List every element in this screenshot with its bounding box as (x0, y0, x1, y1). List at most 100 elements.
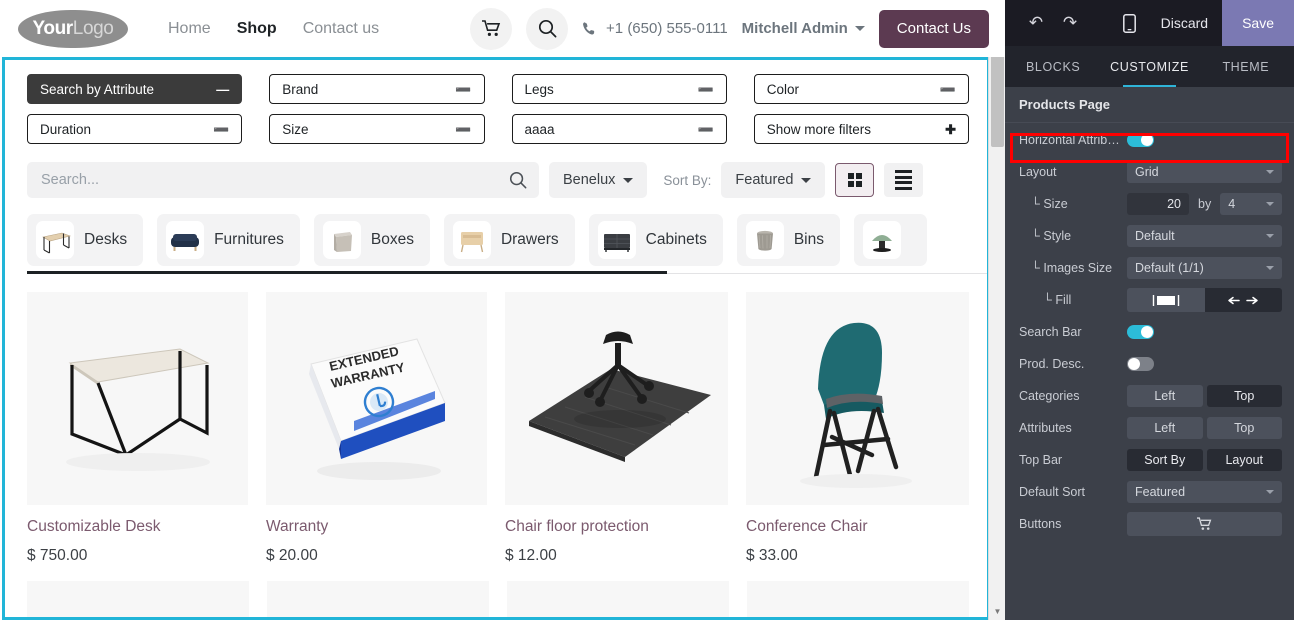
attribute-filters: Search by Attribute — Brand ➖ Legs ➖ Col… (27, 74, 969, 144)
undo-icon[interactable]: ↶ (1019, 13, 1053, 33)
category-tab-desks[interactable]: Desks (27, 214, 144, 266)
prod-desc-toggle[interactable] (1127, 357, 1154, 371)
category-tab-lamp[interactable] (854, 214, 927, 266)
option-style[interactable]: └ Style Default (1005, 221, 1294, 251)
cart-button[interactable] (470, 7, 513, 50)
category-tab-cabinets[interactable]: Cabinets (588, 214, 723, 266)
search-icon[interactable] (509, 171, 527, 189)
tab-customize[interactable]: CUSTOMIZE (1101, 46, 1197, 87)
discard-button[interactable]: Discard (1147, 15, 1222, 31)
header-search-button[interactable] (526, 7, 569, 50)
fill-stretch-button[interactable] (1204, 288, 1282, 312)
tab-blocks[interactable]: BLOCKS (1005, 46, 1101, 87)
product-card[interactable]: EXTENDED WARRANTY Warranty $ 20.00 (266, 292, 487, 565)
contact-us-button[interactable]: Contact Us (878, 9, 989, 48)
chevron-down-icon (801, 177, 812, 183)
product-price: $ 12.00 (505, 547, 557, 564)
product-card[interactable]: Conference Chair $ 33.00 (746, 292, 969, 565)
header-phone[interactable]: +1 (650) 555-0111 (582, 20, 728, 37)
attributes-top-button[interactable]: Top (1206, 417, 1282, 439)
category-label: Cabinets (645, 231, 707, 248)
product-card[interactable] (507, 581, 729, 617)
save-button[interactable]: Save (1222, 0, 1294, 46)
categories-left-button[interactable]: Left (1127, 385, 1203, 407)
filter-aaaa[interactable]: aaaa ➖ (511, 114, 727, 144)
plus-icon: ✚ (945, 121, 956, 137)
option-label: Search Bar (1019, 325, 1082, 339)
product-search-box[interactable] (27, 162, 539, 198)
product-card[interactable]: Chair floor protection $ 12.00 (505, 292, 728, 565)
preview-scrollbar[interactable]: ▲ ▼ (988, 0, 1005, 620)
filter-label: aaaa (524, 121, 555, 137)
search-input[interactable] (39, 171, 509, 189)
redo-icon[interactable]: ↷ (1053, 13, 1087, 33)
category-tab-boxes[interactable]: Boxes (313, 214, 430, 266)
product-card[interactable]: Customizable Desk $ 750.00 (27, 292, 248, 565)
category-tab-furnitures[interactable]: Furnitures (157, 214, 300, 266)
nav-item-home[interactable]: Home (168, 20, 211, 38)
option-fill[interactable]: └ Fill (1005, 285, 1294, 315)
option-attributes[interactable]: Attributes Left Top (1005, 413, 1294, 443)
product-name[interactable]: Conference Chair (746, 518, 969, 536)
option-layout[interactable]: Layout Grid (1005, 157, 1294, 187)
search-bar-toggle[interactable] (1127, 325, 1154, 339)
filter-color[interactable]: Color ➖ (753, 74, 969, 104)
buttons-cart-toggle[interactable] (1127, 512, 1282, 536)
user-menu[interactable]: Mitchell Admin (742, 20, 865, 37)
top-bar-sort-by-button[interactable]: Sort By (1127, 449, 1203, 471)
product-name[interactable]: Customizable Desk (27, 518, 248, 536)
product-card[interactable] (747, 581, 969, 617)
layout-select[interactable]: Grid (1127, 161, 1282, 183)
option-top-bar[interactable]: Top Bar Sort By Layout (1005, 445, 1294, 475)
sort-by-label: Sort By: (663, 172, 712, 188)
category-tab-bins[interactable]: Bins (736, 214, 840, 266)
chevron-down-icon (1266, 490, 1274, 494)
attributes-left-button[interactable]: Left (1127, 417, 1203, 439)
option-prod-desc[interactable]: Prod. Desc. (1005, 349, 1294, 379)
images-size-select[interactable]: Default (1/1) (1127, 257, 1282, 279)
filter-search-by-attribute[interactable]: Search by Attribute — (27, 74, 243, 104)
fill-contain-button[interactable] (1127, 288, 1205, 312)
top-bar-layout-button[interactable]: Layout (1206, 449, 1282, 471)
grid-view-button[interactable] (835, 163, 875, 197)
option-categories[interactable]: Categories Left Top (1005, 381, 1294, 411)
products-toolbar: Benelux Sort By: Featured (27, 162, 969, 198)
style-select[interactable]: Default (1127, 225, 1282, 247)
drawer-thumb (452, 221, 491, 259)
horizontal-attributes-toggle[interactable] (1127, 133, 1154, 147)
filter-brand[interactable]: Brand ➖ (269, 74, 485, 104)
filter-legs[interactable]: Legs ➖ (511, 74, 727, 104)
size-rows-select[interactable]: 4 (1220, 193, 1282, 215)
category-tab-drawers[interactable]: Drawers (443, 214, 575, 266)
list-view-button[interactable] (884, 163, 924, 197)
filter-duration[interactable]: Duration ➖ (27, 114, 243, 144)
product-card[interactable] (267, 581, 489, 617)
lamp-thumb (863, 221, 901, 259)
option-horizontal-attributes[interactable]: Horizontal Attrib… (1005, 125, 1294, 155)
size-columns-input[interactable]: 20 (1127, 193, 1189, 215)
nav-item-shop[interactable]: Shop (237, 20, 277, 38)
option-size[interactable]: └ Size 20 by 4 (1005, 189, 1294, 219)
product-card[interactable] (27, 581, 249, 617)
option-buttons[interactable]: Buttons (1005, 509, 1294, 539)
site-logo[interactable]: Your Logo (18, 9, 128, 48)
phone-icon (582, 21, 597, 36)
products-page-region[interactable]: Search by Attribute — Brand ➖ Legs ➖ Col… (2, 57, 990, 620)
categories-top-button[interactable]: Top (1206, 385, 1282, 407)
option-default-sort[interactable]: Default Sort Featured (1005, 477, 1294, 507)
pricelist-dropdown[interactable]: Benelux (549, 162, 648, 198)
option-search-bar[interactable]: Search Bar (1005, 317, 1294, 347)
product-name[interactable]: Chair floor protection (505, 518, 728, 536)
scroll-down-arrow[interactable]: ▼ (989, 603, 1005, 620)
product-name[interactable]: Warranty (266, 518, 487, 536)
mobile-preview-icon[interactable] (1113, 13, 1147, 33)
option-images-size[interactable]: └ Images Size Default (1/1) (1005, 253, 1294, 283)
sort-dropdown[interactable]: Featured (721, 162, 826, 198)
nav-item-contact-us[interactable]: Contact us (303, 20, 379, 38)
sofa-thumb (166, 221, 205, 259)
default-sort-select[interactable]: Featured (1127, 481, 1282, 503)
filter-size[interactable]: Size ➖ (269, 114, 485, 144)
filter-show-more-filters[interactable]: Show more filters ✚ (753, 114, 969, 144)
logo-light-text: Logo (72, 17, 114, 39)
tab-theme[interactable]: THEME (1198, 46, 1294, 87)
